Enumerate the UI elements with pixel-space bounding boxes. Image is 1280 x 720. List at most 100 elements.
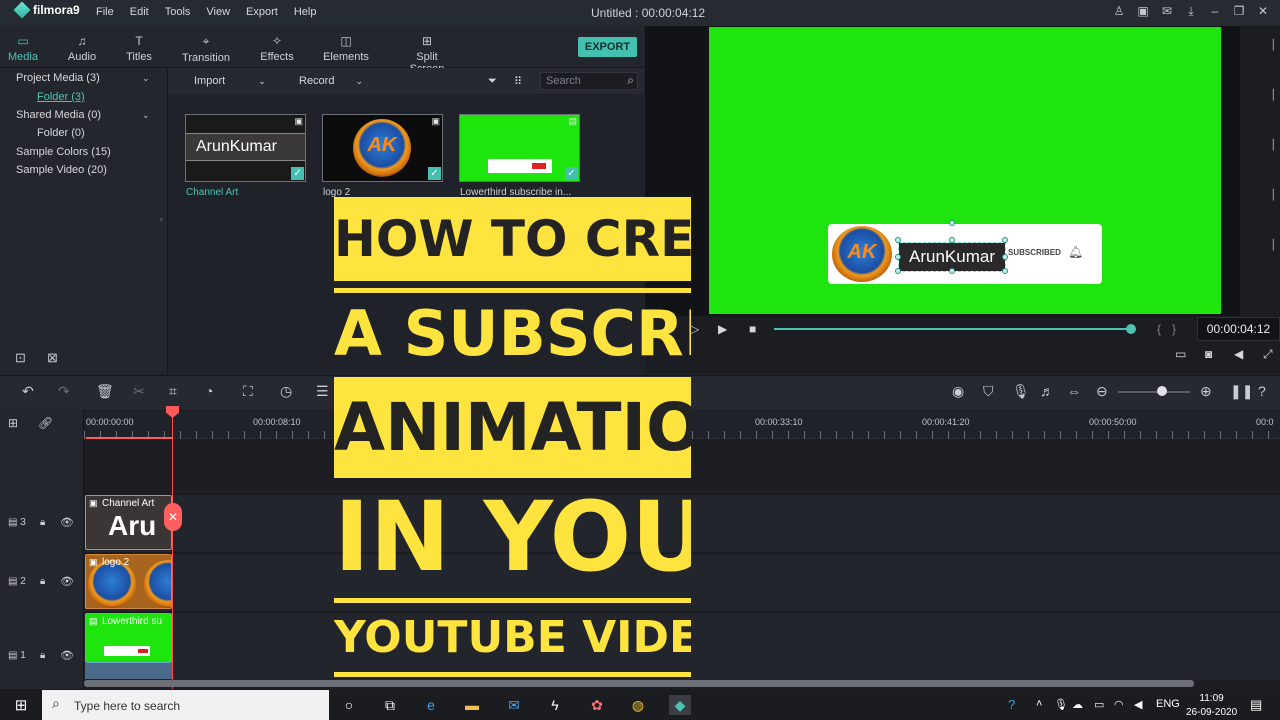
fullscreen-icon[interactable]: ⤢ — [1263, 347, 1273, 362]
split-marker-icon[interactable]: ✕ — [164, 503, 182, 531]
sidebar-item-folder-3[interactable]: Folder (3) — [37, 91, 85, 103]
export-button[interactable]: EXPORT — [578, 37, 637, 57]
lock-icon[interactable]: 🔒︎ — [40, 517, 45, 528]
voiceover-icon[interactable]: ♬ — [1040, 383, 1054, 399]
minimize-icon[interactable]: – — [1208, 4, 1222, 19]
paint-icon[interactable]: ✿ — [586, 695, 608, 715]
color-icon[interactable]: ⛶ — [243, 383, 253, 400]
speed-icon[interactable]: ◔ — [205, 383, 213, 399]
mark-in-icon[interactable]: { — [1157, 322, 1161, 336]
battery-icon[interactable]: ▭ — [1094, 698, 1104, 711]
remove-folder-icon[interactable]: ⊠ — [47, 350, 58, 366]
mark-out-icon[interactable]: } — [1172, 322, 1176, 336]
playback-scrubber[interactable] — [774, 328, 1131, 330]
maximize-icon[interactable]: ❐ — [1232, 4, 1246, 19]
fit-timeline-icon[interactable]: ⇔ — [1067, 383, 1081, 399]
volume-icon[interactable]: ◀︎ — [1234, 347, 1243, 361]
zoom-in-icon[interactable]: ⊕ — [1200, 383, 1212, 400]
tab-elements[interactable]: ◫ Elements — [322, 34, 370, 63]
stop-icon[interactable]: ■ — [749, 322, 756, 336]
redo-icon[interactable]: ↷ — [58, 383, 70, 400]
zoom-out-icon[interactable]: ⊖ — [1096, 383, 1108, 400]
eye-icon[interactable]: 👁︎ — [60, 516, 74, 529]
sidebar-item-sample-video[interactable]: Sample Video (20) — [16, 164, 107, 176]
resize-handle[interactable] — [895, 237, 901, 243]
taskbar-clock[interactable]: 11:09 26-09-2020 — [1186, 692, 1237, 720]
duration-icon[interactable]: ◷ — [280, 383, 292, 400]
taskbar-search-input[interactable]: ⌕ Type here to search — [42, 690, 329, 720]
download-icon[interactable]: ⤓ — [1184, 4, 1198, 19]
play-icon[interactable]: ▶ — [718, 322, 727, 336]
help-icon[interactable]: ? — [1258, 383, 1266, 399]
language-indicator[interactable]: ENG — [1156, 698, 1180, 710]
sidebar-item-folder-0[interactable]: Folder (0) — [37, 127, 85, 139]
tab-effects[interactable]: ✧ Effects — [258, 34, 296, 63]
timeline-scrollbar[interactable] — [84, 680, 1194, 687]
task-view-icon[interactable]: ⧉ — [379, 695, 401, 715]
menu-help[interactable]: Help — [294, 6, 317, 18]
mail-icon[interactable]: ✉ — [1160, 4, 1174, 19]
marker-icon[interactable]: ⛉ — [983, 383, 994, 400]
edge-icon[interactable]: e — [420, 695, 442, 715]
zoom-slider-knob[interactable] — [1157, 386, 1167, 396]
delete-icon[interactable]: 🗑︎ — [96, 383, 114, 400]
menu-tools[interactable]: Tools — [165, 6, 191, 18]
filter-icon[interactable]: ⏷ — [488, 75, 497, 88]
windows-start-icon[interactable]: ⊞ — [0, 689, 42, 720]
clip-channel-art[interactable]: ▣ Channel Art Aru — [85, 495, 172, 550]
cloud-icon[interactable]: ☁ — [1072, 698, 1083, 711]
media-thumb-logo-2[interactable]: AK ▣ ✓ — [322, 114, 443, 182]
menu-file[interactable]: File — [96, 6, 114, 18]
rotate-handle[interactable] — [949, 220, 955, 226]
tab-media[interactable]: ▭ Media — [8, 34, 38, 63]
chrome-icon[interactable]: ◍ — [627, 695, 649, 715]
next-frame-icon[interactable]: ▷ — [690, 322, 699, 336]
file-explorer-icon[interactable]: ▬ — [461, 695, 483, 715]
chevron-down-icon[interactable]: ⌄ — [142, 73, 150, 84]
microphone-icon[interactable]: 🎙︎ — [1054, 698, 1068, 711]
zoom-slider[interactable] — [1118, 391, 1190, 393]
new-folder-icon[interactable]: ⊡ — [15, 350, 26, 366]
microphone-icon[interactable]: 🎙︎ — [1012, 383, 1030, 400]
crop-icon[interactable]: ⌗ — [169, 383, 177, 400]
add-track-icon[interactable]: ⊞ — [8, 416, 18, 430]
volume-icon[interactable]: ◀︎ — [1134, 698, 1142, 711]
undo-icon[interactable]: ↶ — [22, 383, 34, 400]
lock-icon[interactable]: 🔒︎ — [40, 650, 45, 661]
resize-handle[interactable] — [895, 254, 901, 260]
tab-audio[interactable]: ♫ Audio — [66, 34, 98, 63]
resize-handle[interactable] — [949, 268, 955, 274]
grid-view-icon[interactable]: ⠿ — [514, 75, 522, 88]
tab-transition[interactable]: ⌖ Transition — [181, 34, 231, 64]
filmora-taskbar-icon[interactable]: ◆ — [669, 695, 691, 715]
link-icon[interactable]: 🔗︎ — [38, 416, 53, 430]
adjust-icon[interactable]: ☰ — [316, 383, 329, 400]
app-icon[interactable]: ϟ — [544, 695, 566, 715]
notifications-icon[interactable]: ▤ — [1250, 697, 1262, 713]
account-icon[interactable]: ♙ — [1112, 4, 1126, 19]
tab-titles[interactable]: T Titles — [124, 34, 154, 63]
channel-name-title[interactable]: ArunKumar — [898, 242, 1006, 272]
display-settings-icon[interactable]: ▭ — [1175, 347, 1186, 361]
mail-icon[interactable]: ✉ — [503, 695, 525, 715]
record-button[interactable]: Record ⌄ — [299, 75, 363, 87]
playhead[interactable] — [172, 412, 173, 689]
resize-handle[interactable] — [949, 237, 955, 243]
eye-icon[interactable]: 👁︎ — [60, 575, 74, 588]
resize-handle[interactable] — [1002, 268, 1008, 274]
resize-handle[interactable] — [895, 268, 901, 274]
resize-handle[interactable] — [1002, 237, 1008, 243]
cut-icon[interactable]: ✂ — [133, 383, 145, 400]
scrubber-knob[interactable] — [1126, 324, 1136, 334]
media-thumb-channel-art[interactable]: ArunKumar ▣ ✓ — [185, 114, 306, 182]
media-thumb-lowerthird[interactable]: ▤ ✓ — [459, 114, 580, 182]
tray-chevron-icon[interactable]: ˄ — [1036, 698, 1042, 710]
snapshot-icon[interactable]: ◙ — [1205, 347, 1212, 361]
import-button[interactable]: Import ⌄ — [194, 75, 266, 87]
menu-edit[interactable]: Edit — [130, 6, 149, 18]
clip-logo-2[interactable]: ▣ logo 2 — [85, 554, 172, 609]
sidebar-item-project-media[interactable]: Project Media (3) — [16, 72, 100, 84]
collapse-sidebar-icon[interactable]: ‹ — [160, 214, 163, 224]
save-icon[interactable]: ▣ — [1136, 4, 1150, 19]
sidebar-item-sample-colors[interactable]: Sample Colors (15) — [16, 146, 111, 158]
